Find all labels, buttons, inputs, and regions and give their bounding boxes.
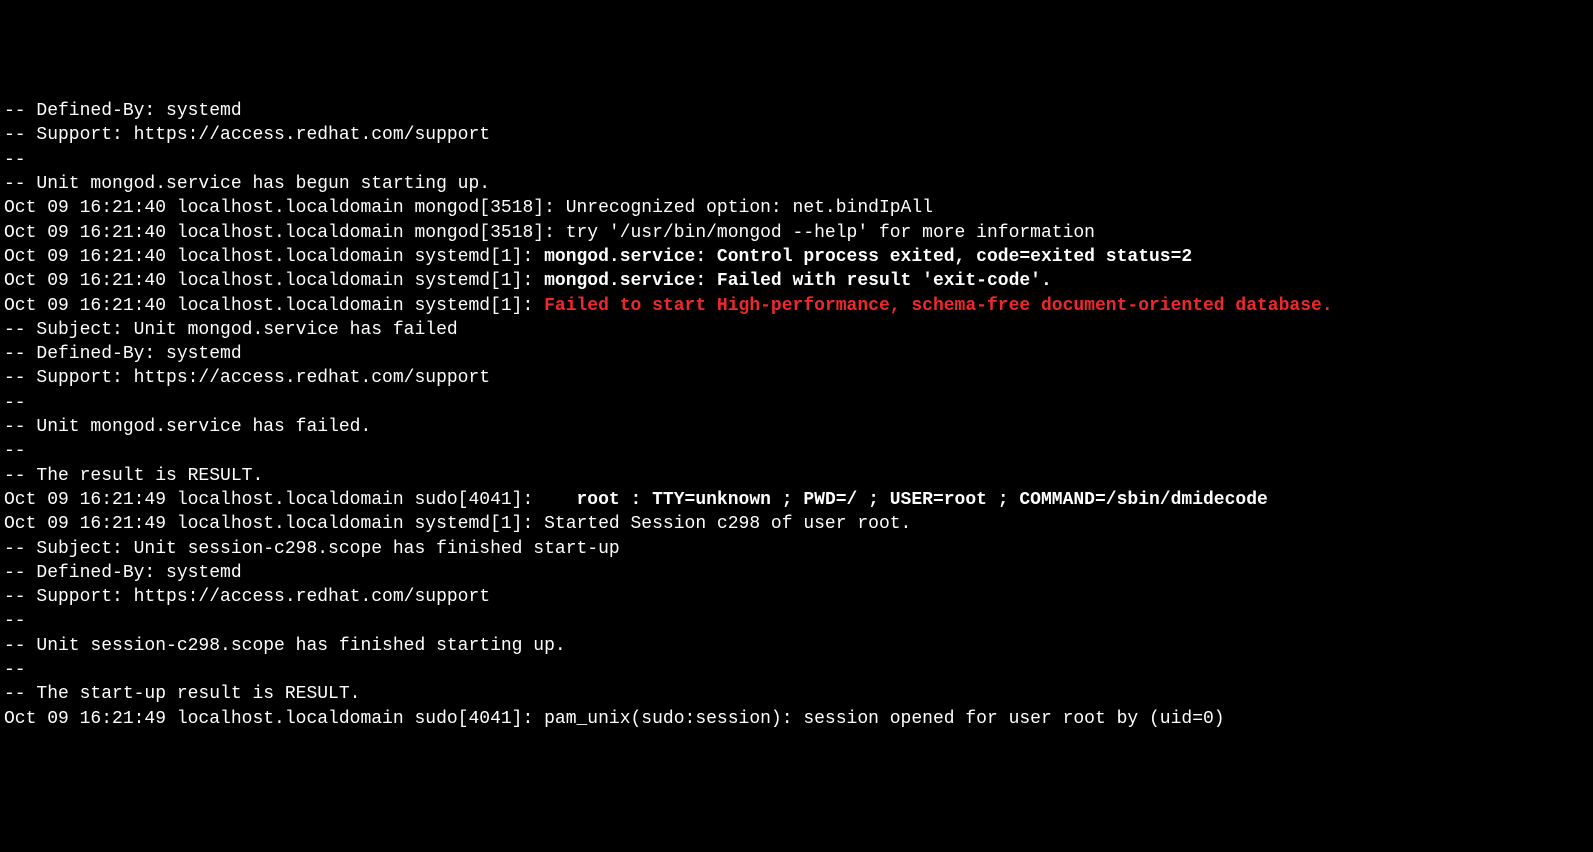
log-line: Oct 09 16:21:49 localhost.localdomain su…: [4, 707, 1589, 731]
log-line: -- Subject: Unit mongod.service has fail…: [4, 318, 1589, 342]
log-line: -- Subject: Unit session-c298.scope has …: [4, 537, 1589, 561]
log-line: -- The start-up result is RESULT.: [4, 682, 1589, 706]
log-text: -- Defined-By: systemd: [4, 344, 242, 364]
log-segment: Oct 09 16:21:40 localhost.localdomain sy…: [4, 271, 544, 291]
log-line: Oct 09 16:21:40 localhost.localdomain sy…: [4, 245, 1589, 269]
log-line: --: [4, 148, 1589, 172]
log-line: -- Support: https://access.redhat.com/su…: [4, 585, 1589, 609]
log-line: Oct 09 16:21:49 localhost.localdomain su…: [4, 488, 1589, 512]
log-text: -- Unit session-c298.scope has finished …: [4, 636, 566, 656]
log-text: -- Unit mongod.service has failed.: [4, 417, 371, 437]
log-text: --: [4, 441, 26, 461]
log-line: --: [4, 609, 1589, 633]
log-text: --: [4, 150, 26, 170]
log-text: -- Support: https://access.redhat.com/su…: [4, 125, 490, 145]
log-text: -- Support: https://access.redhat.com/su…: [4, 368, 490, 388]
log-text: --: [4, 611, 26, 631]
log-segment: Oct 09 16:21:49 localhost.localdomain su…: [4, 490, 577, 510]
log-text: -- Defined-By: systemd: [4, 101, 242, 121]
log-text: -- Unit mongod.service has begun startin…: [4, 174, 490, 194]
log-line: -- The result is RESULT.: [4, 464, 1589, 488]
log-line: Oct 09 16:21:40 localhost.localdomain mo…: [4, 221, 1589, 245]
log-text: -- Support: https://access.redhat.com/su…: [4, 587, 490, 607]
log-segment: mongod.service: Control process exited, …: [544, 247, 1192, 267]
log-line: -- Unit mongod.service has failed.: [4, 415, 1589, 439]
log-text: --: [4, 660, 26, 680]
log-line: -- Defined-By: systemd: [4, 561, 1589, 585]
log-text: -- Subject: Unit mongod.service has fail…: [4, 320, 458, 340]
log-line: -- Defined-By: systemd: [4, 99, 1589, 123]
log-text: -- Defined-By: systemd: [4, 563, 242, 583]
log-text: -- Subject: Unit session-c298.scope has …: [4, 539, 620, 559]
log-line: -- Support: https://access.redhat.com/su…: [4, 123, 1589, 147]
log-text: Oct 09 16:21:49 localhost.localdomain su…: [4, 709, 1225, 729]
log-line: Oct 09 16:21:40 localhost.localdomain sy…: [4, 294, 1589, 318]
log-line: --: [4, 391, 1589, 415]
log-segment: Failed to start High-performance, schema…: [544, 296, 1333, 316]
log-line: --: [4, 439, 1589, 463]
log-text: --: [4, 393, 26, 413]
log-segment: Oct 09 16:21:40 localhost.localdomain sy…: [4, 296, 544, 316]
log-text: -- The start-up result is RESULT.: [4, 684, 360, 704]
log-line: -- Support: https://access.redhat.com/su…: [4, 366, 1589, 390]
log-line: -- Defined-By: systemd: [4, 342, 1589, 366]
log-line: -- Unit session-c298.scope has finished …: [4, 634, 1589, 658]
log-line: Oct 09 16:21:40 localhost.localdomain mo…: [4, 196, 1589, 220]
log-line: Oct 09 16:21:49 localhost.localdomain sy…: [4, 512, 1589, 536]
log-line: --: [4, 658, 1589, 682]
log-text: Oct 09 16:21:49 localhost.localdomain sy…: [4, 514, 911, 534]
log-segment: mongod.service: Failed with result 'exit…: [544, 271, 1052, 291]
log-segment: root : TTY=unknown ; PWD=/ ; USER=root ;…: [577, 490, 1268, 510]
log-line: Oct 09 16:21:40 localhost.localdomain sy…: [4, 269, 1589, 293]
log-line: -- Unit mongod.service has begun startin…: [4, 172, 1589, 196]
log-text: Oct 09 16:21:40 localhost.localdomain mo…: [4, 223, 1095, 243]
log-text: Oct 09 16:21:40 localhost.localdomain mo…: [4, 198, 933, 218]
terminal-output[interactable]: -- Defined-By: systemd -- Support: https:…: [4, 99, 1589, 731]
log-text: -- The result is RESULT.: [4, 466, 263, 486]
log-segment: Oct 09 16:21:40 localhost.localdomain sy…: [4, 247, 544, 267]
